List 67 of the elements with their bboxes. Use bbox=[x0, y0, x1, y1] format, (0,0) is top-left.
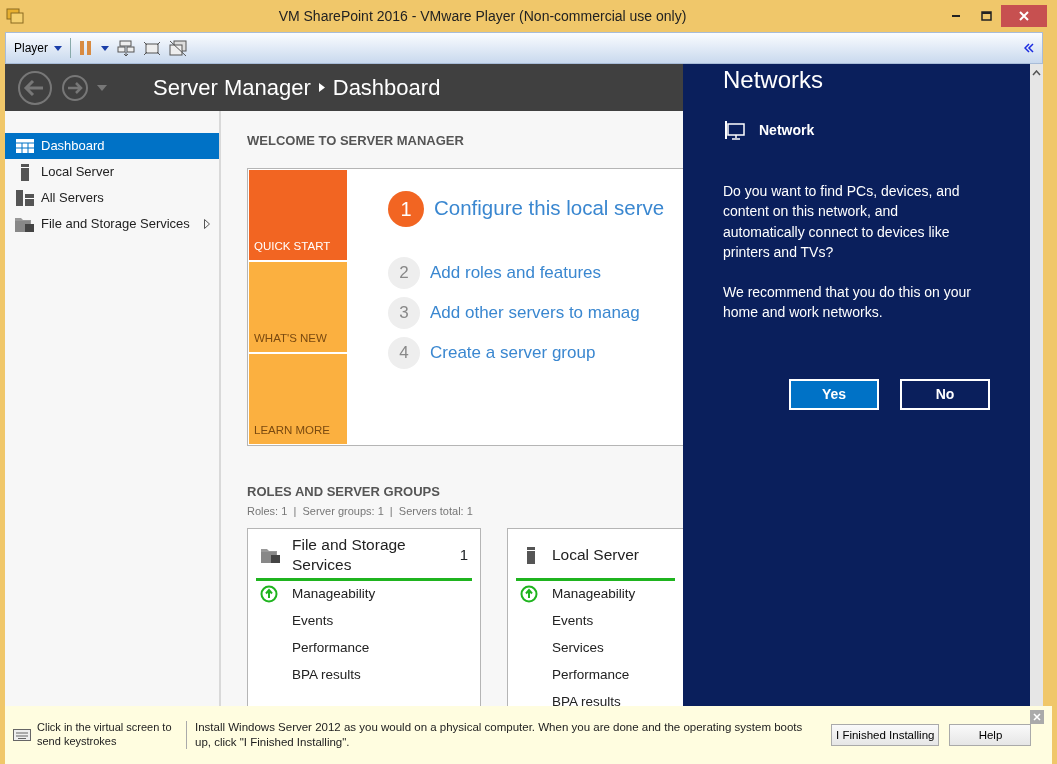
flyout-title: Networks bbox=[723, 65, 825, 95]
flyout-text: Do you want to find PCs, devices, and content on this network, and automatically connect to devices like printers and TVs? bbox=[723, 182, 961, 262]
status-item[interactable]: Events bbox=[552, 610, 594, 632]
step-number: 3 bbox=[388, 296, 420, 329]
player-menu[interactable]: Player bbox=[14, 39, 62, 57]
info-button[interactable]: I Finished Installing bbox=[831, 724, 940, 746]
section-heading: WELCOME TO SERVER MANAGER bbox=[247, 132, 465, 150]
card-count: 1 bbox=[459, 544, 468, 565]
section-heading: ROLES AND SERVER GROUPS bbox=[247, 482, 441, 501]
tile[interactable]: LEARN MORE bbox=[249, 353, 347, 444]
breadcrumb-item: Dashboard bbox=[332, 74, 441, 102]
status-item[interactable]: Manageability bbox=[552, 583, 636, 605]
window-title: VM SharePoint 2016 - VMware Player (Non-commercial use only) bbox=[277, 6, 688, 26]
network-name: Network bbox=[759, 121, 815, 140]
sidebar-item[interactable]: File and Storage Services bbox=[5, 211, 219, 237]
status-item[interactable]: BPA results bbox=[292, 664, 361, 686]
card-title[interactable]: Local Server bbox=[552, 544, 639, 566]
status-item[interactable]: Performance bbox=[292, 637, 370, 659]
close-button[interactable] bbox=[1001, 5, 1047, 27]
server-icon bbox=[526, 546, 536, 564]
status-item[interactable]: Events bbox=[292, 610, 334, 632]
sidebar-item[interactable]: Local Server bbox=[5, 159, 219, 185]
maximize-icon bbox=[980, 11, 992, 21]
collapse-icon[interactable] bbox=[1024, 43, 1034, 53]
chevron-icon bbox=[318, 83, 325, 92]
card-title[interactable]: File and Storage Services bbox=[292, 534, 450, 576]
hint-text: Click in the virtual screen to send keystrokes bbox=[37, 721, 187, 749]
step-link[interactable]: Configure this local serve bbox=[434, 193, 665, 224]
unity-icon[interactable] bbox=[169, 39, 187, 57]
step-link[interactable]: Add roles and features bbox=[430, 259, 602, 286]
info-button[interactable]: Help bbox=[949, 724, 1032, 746]
server-icon bbox=[20, 163, 30, 181]
dialog-button[interactable]: No bbox=[900, 378, 990, 410]
breadcrumb-item[interactable]: Server Manager bbox=[153, 71, 311, 104]
close-icon bbox=[1033, 713, 1041, 721]
fullscreen-icon[interactable] bbox=[143, 40, 161, 56]
servers-icon bbox=[16, 190, 34, 206]
step-number: 4 bbox=[388, 336, 420, 369]
caret-icon bbox=[54, 45, 62, 51]
step-link[interactable]: Add other servers to manag bbox=[430, 299, 640, 326]
computer-icon bbox=[723, 120, 745, 141]
step-number: 1 bbox=[388, 190, 424, 227]
close-icon bbox=[1019, 11, 1029, 21]
network-adapter-icon[interactable] bbox=[117, 39, 135, 57]
caret-icon[interactable] bbox=[101, 45, 109, 51]
folder-icon bbox=[15, 216, 35, 232]
scroll-up-icon[interactable] bbox=[1032, 70, 1041, 76]
dialog-button[interactable]: Yes bbox=[789, 378, 879, 410]
scrollbar[interactable] bbox=[1030, 64, 1043, 706]
sidebar-item[interactable]: Dashboard bbox=[5, 133, 219, 159]
folder-icon bbox=[261, 547, 281, 563]
info-message: Install Windows Server 2012 as you would on a physical computer. When you are done and the operating system boots up, click "I Finished Installing". bbox=[195, 720, 804, 750]
status-item[interactable]: Manageability bbox=[292, 583, 376, 605]
status-item[interactable]: Performance bbox=[552, 664, 630, 686]
tile[interactable]: WHAT'S NEW bbox=[249, 261, 347, 352]
flyout-text: We recommend that you do this on your home and work networks. bbox=[723, 283, 972, 323]
keyboard-icon bbox=[13, 729, 31, 741]
dashboard-icon bbox=[16, 139, 34, 153]
minimize-icon bbox=[952, 15, 960, 17]
status-item[interactable]: BPA results bbox=[552, 691, 621, 706]
expand-icon[interactable] bbox=[203, 219, 210, 229]
sidebar-item[interactable]: All Servers bbox=[5, 185, 219, 211]
app-icon bbox=[6, 8, 24, 24]
step-number: 2 bbox=[388, 256, 420, 289]
summary-text: Roles: 1 | Server groups: 1 | Servers total: 1 bbox=[247, 504, 473, 519]
status-item[interactable]: Services bbox=[552, 637, 604, 659]
step-link[interactable]: Create a server group bbox=[430, 339, 596, 366]
